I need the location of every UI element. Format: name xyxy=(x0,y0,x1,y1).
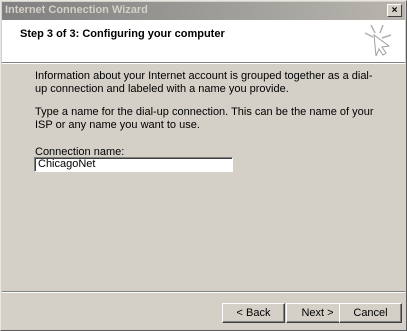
instruction-paragraph: Type a name for the dial-up connection. … xyxy=(35,106,374,131)
wizard-starburst-icon xyxy=(364,24,392,57)
content-area: Information about your Internet account … xyxy=(35,70,375,142)
window-title: Internet Connection Wizard xyxy=(5,4,148,16)
connection-name-input[interactable]: ChicagoNet xyxy=(34,157,233,172)
info-paragraph: Information about your Internet account … xyxy=(35,70,373,95)
footer-divider-highlight xyxy=(2,292,405,293)
close-button[interactable]: × xyxy=(387,4,402,17)
cancel-button[interactable]: Cancel xyxy=(339,303,402,323)
back-button[interactable]: < Back xyxy=(222,303,285,323)
wizard-header: Step 3 of 3: Configuring your computer xyxy=(2,20,405,63)
header-divider xyxy=(2,63,405,64)
wizard-window: Internet Connection Wizard × Step 3 of 3… xyxy=(0,0,407,331)
close-icon: × xyxy=(391,5,398,16)
step-title: Step 3 of 3: Configuring your computer xyxy=(20,28,225,40)
title-bar[interactable]: Internet Connection Wizard × xyxy=(2,2,405,20)
